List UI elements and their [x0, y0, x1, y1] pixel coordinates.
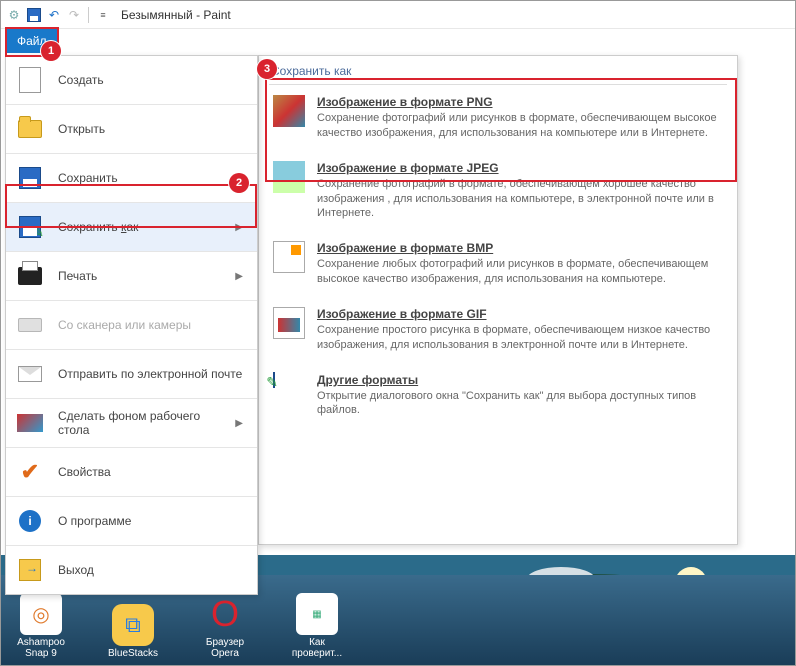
exit-icon — [16, 556, 44, 584]
menu-item-exit[interactable]: Выход — [6, 546, 257, 594]
sub-panel-title: Сохранить как — [269, 60, 727, 85]
menu-label: Со сканера или камеры — [58, 318, 247, 332]
save-as-other[interactable]: ✎ Другие форматы Открытие диалогового ок… — [269, 363, 727, 429]
save-as-gif[interactable]: Изображение в формате GIF Сохранение про… — [269, 297, 727, 363]
taskbar-item-howcheck[interactable]: ▦ Как проверит... — [285, 593, 349, 659]
menu-item-about[interactable]: i О программе — [6, 497, 257, 545]
qat-redo-icon[interactable]: ↷ — [66, 7, 82, 23]
taskbar-label: BlueStacks — [108, 648, 158, 659]
menu-label: Создать — [58, 73, 247, 87]
chevron-right-icon: ▶ — [235, 418, 243, 429]
save-as-bmp[interactable]: Изображение в формате BMP Сохранение люб… — [269, 231, 727, 297]
taskbar-label: Браузер Opera — [193, 637, 257, 659]
format-desc: Сохранение фотографий или рисунков в фор… — [317, 111, 723, 141]
chevron-right-icon: ▶ — [235, 222, 243, 233]
qat-dropdown-icon[interactable]: ≡ — [95, 7, 111, 23]
app-icon: ⧉ — [112, 604, 154, 646]
menu-label: Отправить по электронной почте — [58, 367, 247, 381]
annotation-marker-2: 2 — [229, 173, 249, 193]
ribbon-bar: Файл — [1, 29, 795, 57]
format-label: Изображение в формате GIF — [317, 307, 723, 321]
menu-item-save[interactable]: Сохранить — [6, 154, 257, 202]
qat-customize-icon[interactable]: ⚙ — [6, 7, 22, 23]
jpeg-format-icon — [273, 161, 305, 193]
menu-label: Выход — [58, 563, 247, 577]
floppy-save-as-icon: ✎ — [16, 213, 44, 241]
properties-check-icon: ✔ — [16, 458, 44, 486]
menu-label: Открыть — [58, 122, 247, 136]
menu-item-save-as[interactable]: ✎ Сохранить как ▶ — [6, 203, 257, 251]
qat-separator — [88, 7, 89, 23]
qat-undo-icon[interactable]: ↶ — [46, 7, 62, 23]
scanner-icon — [16, 311, 44, 339]
menu-label: Сохранить как — [58, 220, 221, 234]
save-as-png[interactable]: Изображение в формате PNG Сохранение фот… — [269, 85, 727, 151]
menu-item-email[interactable]: Отправить по электронной почте — [6, 350, 257, 398]
printer-icon — [16, 262, 44, 290]
gif-format-icon — [273, 307, 305, 339]
desktop-bg-icon — [16, 409, 44, 437]
menu-label: Печать — [58, 269, 221, 283]
save-as-sub-panel: Сохранить как Изображение в формате PNG … — [258, 55, 738, 545]
chevron-right-icon: ▶ — [235, 271, 243, 282]
taskbar-item-ashampoo[interactable]: ◎ Ashampoo Snap 9 — [9, 593, 73, 659]
title-bar: ⚙ ↶ ↷ ≡ Безымянный - Paint — [1, 1, 795, 29]
format-desc: Сохранение любых фотографий или рисунков… — [317, 257, 723, 287]
qat-save-icon[interactable] — [26, 7, 42, 23]
menu-item-new[interactable]: Создать — [6, 56, 257, 104]
window-title: Безымянный - Paint — [121, 8, 231, 22]
menu-item-open[interactable]: Открыть — [6, 105, 257, 153]
floppy-save-icon — [16, 164, 44, 192]
app-icon: ▦ — [296, 593, 338, 635]
app-icon: O — [204, 593, 246, 635]
annotation-marker-1: 1 — [41, 41, 61, 61]
taskbar-item-bluestacks[interactable]: ⧉ BlueStacks — [101, 604, 165, 659]
taskbar-label: Как проверит... — [285, 637, 349, 659]
menu-item-scanner: Со сканера или камеры — [6, 301, 257, 349]
menu-label: Сохранить — [58, 171, 247, 185]
file-menu: Создать Открыть Сохранить ✎ Сохранить ка… — [5, 55, 258, 595]
bmp-format-icon — [273, 241, 305, 273]
format-label: Изображение в формате PNG — [317, 95, 723, 109]
other-format-icon: ✎ — [273, 373, 305, 405]
format-label: Изображение в формате BMP — [317, 241, 723, 255]
new-file-icon — [16, 66, 44, 94]
format-desc: Сохранение простого рисунка в формате, о… — [317, 323, 723, 353]
save-as-jpeg[interactable]: Изображение в формате JPEG Сохранение фо… — [269, 151, 727, 232]
app-icon: ◎ — [20, 593, 62, 635]
about-info-icon: i — [16, 507, 44, 535]
menu-label: О программе — [58, 514, 247, 528]
format-label: Другие форматы — [317, 373, 723, 387]
taskbar-label: Ashampoo Snap 9 — [9, 637, 73, 659]
mail-icon — [16, 360, 44, 388]
menu-item-properties[interactable]: ✔ Свойства — [6, 448, 257, 496]
png-format-icon — [273, 95, 305, 127]
annotation-marker-3: 3 — [257, 59, 277, 79]
menu-label: Свойства — [58, 465, 247, 479]
menu-label: Сделать фоном рабочего стола — [58, 409, 221, 437]
taskbar-item-opera[interactable]: O Браузер Opera — [193, 593, 257, 659]
format-desc: Открытие диалогового окна "Сохранить как… — [317, 389, 723, 419]
format-label: Изображение в формате JPEG — [317, 161, 723, 175]
folder-open-icon — [16, 115, 44, 143]
format-desc: Сохранение фотографий в формате, обеспеч… — [317, 177, 723, 222]
menu-item-set-desktop[interactable]: Сделать фоном рабочего стола ▶ — [6, 399, 257, 447]
menu-item-print[interactable]: Печать ▶ — [6, 252, 257, 300]
